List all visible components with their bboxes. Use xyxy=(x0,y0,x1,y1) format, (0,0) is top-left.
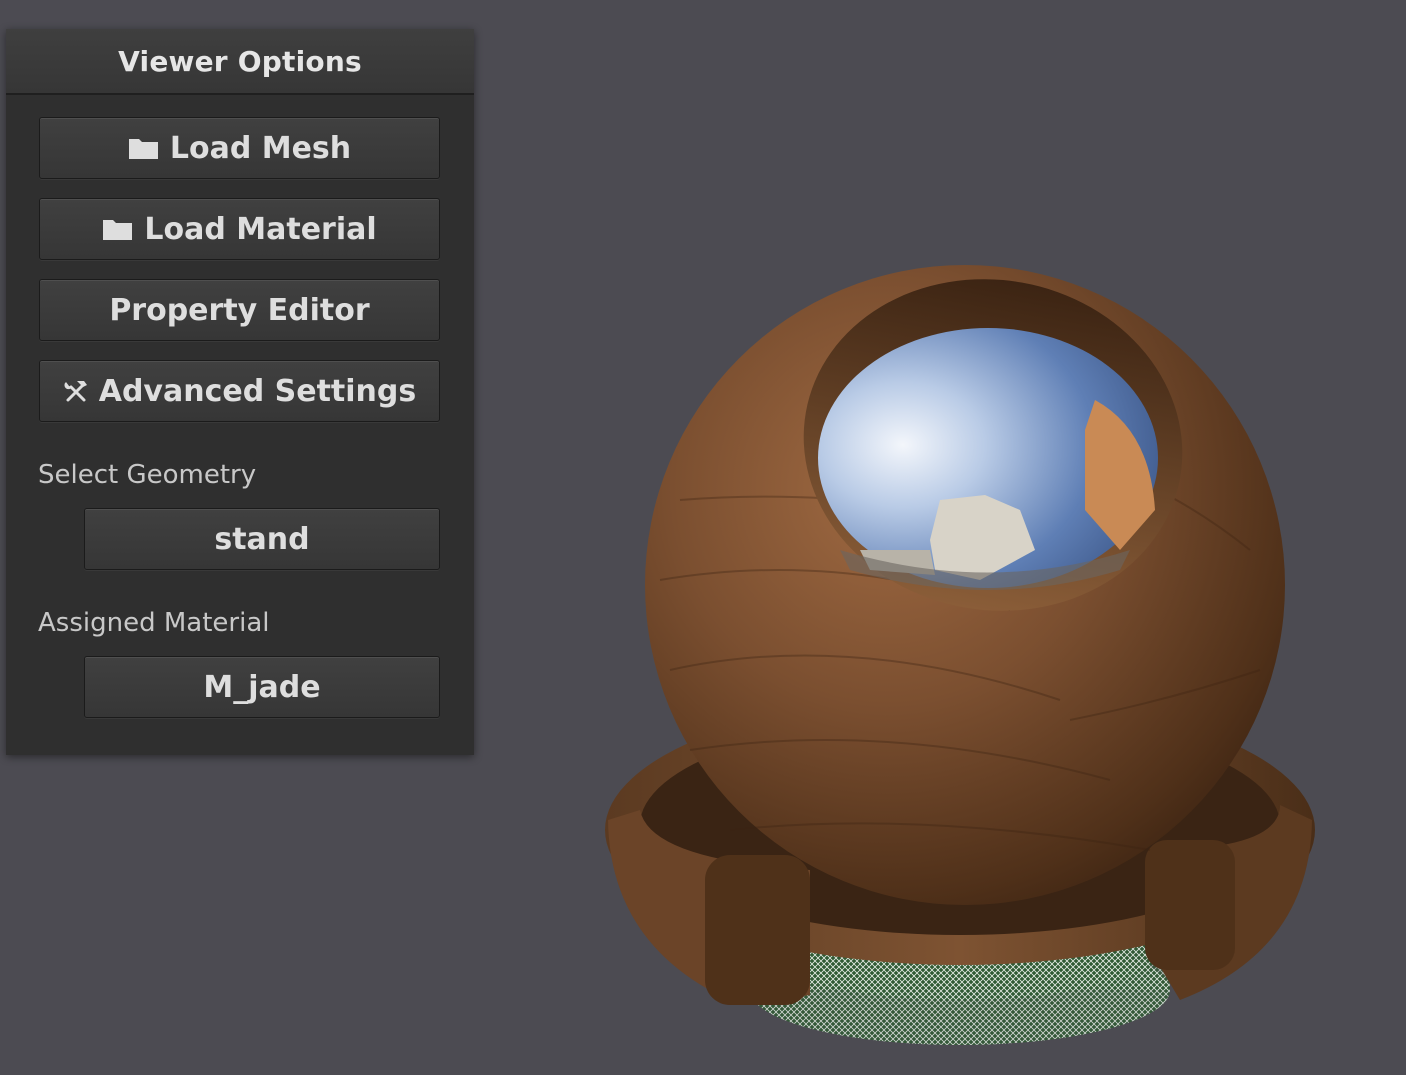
material-preview-render xyxy=(605,265,1315,1045)
folder-icon xyxy=(102,216,134,242)
geometry-dropdown[interactable]: stand xyxy=(84,508,440,570)
property-editor-label: Property Editor xyxy=(109,292,370,328)
load-mesh-button[interactable]: Load Mesh xyxy=(39,117,440,179)
panel-title: Viewer Options xyxy=(6,29,474,95)
viewer-options-panel: Viewer Options Load Mesh Load Material P… xyxy=(6,29,474,755)
material-dropdown[interactable]: M_jade xyxy=(84,656,440,718)
3d-viewport[interactable] xyxy=(590,250,1330,1060)
geometry-value: stand xyxy=(214,521,310,557)
folder-icon xyxy=(128,135,160,161)
tools-icon xyxy=(63,378,89,404)
material-sphere xyxy=(645,265,1285,905)
load-mesh-label: Load Mesh xyxy=(169,130,352,166)
load-material-label: Load Material xyxy=(144,211,377,247)
select-geometry-label: Select Geometry xyxy=(38,460,257,490)
assigned-material-label: Assigned Material xyxy=(38,608,270,638)
property-editor-button[interactable]: Property Editor xyxy=(39,279,440,341)
advanced-settings-button[interactable]: Advanced Settings xyxy=(39,360,440,422)
load-material-button[interactable]: Load Material xyxy=(39,198,440,260)
material-value: M_jade xyxy=(203,669,321,705)
advanced-settings-label: Advanced Settings xyxy=(98,373,417,409)
